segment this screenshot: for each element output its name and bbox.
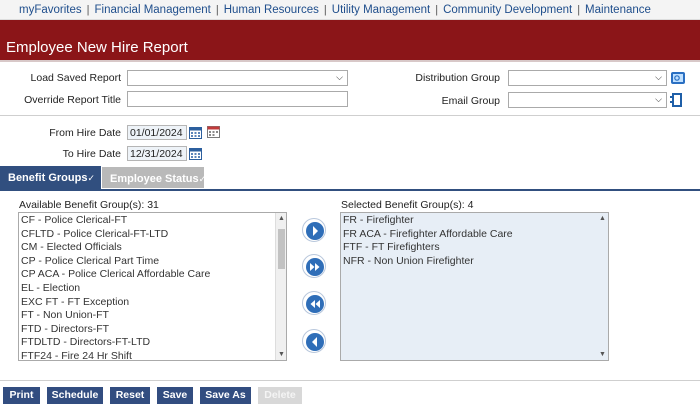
nav-separator: | — [86, 3, 90, 16]
email-group-select[interactable]: ⌵ — [508, 92, 667, 108]
from-hire-date-input[interactable]: 01/01/2024 — [127, 125, 187, 140]
schedule-button[interactable]: Schedule — [47, 387, 103, 404]
tab-benefit-groups-label: Benefit Groups — [8, 172, 88, 184]
title-bar: Employee New Hire Report — [0, 20, 700, 62]
chevron-down-icon: ⌵ — [336, 72, 343, 82]
page-title: Employee New Hire Report — [6, 39, 188, 56]
list-item[interactable]: CM - Elected Officials — [19, 241, 286, 255]
load-saved-report-select[interactable]: ⌵ — [127, 70, 348, 86]
save-button[interactable]: Save — [157, 387, 193, 404]
list-item[interactable]: FTDLTD - Directors-FT-LTD — [19, 336, 286, 350]
nav-separator: | — [323, 3, 327, 16]
override-report-title-label: Override Report Title — [24, 94, 121, 106]
list-item[interactable]: FR ACA - Firefighter Affordable Care — [341, 228, 608, 242]
selected-benefit-groups-list[interactable]: FR - Firefighter FR ACA - Firefighter Af… — [340, 212, 609, 361]
list-item[interactable]: FTF24 - Fire 24 Hr Shift — [19, 350, 286, 360]
distribution-group-select[interactable]: ⌵ — [508, 70, 667, 86]
list-item[interactable]: FTD - Directors-FT — [19, 323, 286, 337]
tab-benefit-groups[interactable]: Benefit Groups✓ — [0, 166, 101, 189]
calendar-icon[interactable] — [189, 126, 202, 139]
scrollbar-thumb[interactable] — [278, 229, 285, 269]
available-benefit-groups-list[interactable]: CF - Police Clerical-FT CFLTD - Police C… — [18, 212, 287, 361]
nav-separator: | — [577, 3, 581, 16]
list-item[interactable]: EXC FT - FT Exception — [19, 296, 286, 310]
chevron-down-icon: ⌵ — [655, 94, 662, 104]
chevron-down-icon: ⌵ — [655, 72, 662, 82]
footer-divider — [0, 380, 700, 381]
move-left-button[interactable] — [302, 329, 326, 353]
delete-button: Delete — [258, 387, 302, 404]
check-icon: ✓ — [87, 173, 95, 183]
nav-financial-management[interactable]: Financial Management — [94, 4, 210, 16]
nav-utility-management[interactable]: Utility Management — [332, 4, 430, 16]
check-icon: ✓ — [198, 174, 207, 184]
list-item[interactable]: CF - Police Clerical-FT — [19, 214, 286, 228]
override-report-title-input[interactable] — [127, 91, 348, 107]
save-as-button[interactable]: Save As — [200, 387, 251, 404]
calendar-icon[interactable] — [189, 147, 202, 160]
available-benefit-groups-label: Available Benefit Group(s): 31 — [19, 199, 159, 211]
print-button[interactable]: Print — [3, 387, 40, 404]
available-list-scrollbar[interactable]: ▲ ▼ — [275, 213, 286, 360]
distribution-group-lookup-icon[interactable] — [670, 70, 686, 86]
nav-myfavorites[interactable]: myFavorites — [19, 4, 82, 16]
to-hire-date-label: To Hire Date — [62, 148, 121, 160]
top-nav: myFavorites | Financial Management | Hum… — [0, 0, 700, 20]
scroll-down-icon[interactable]: ▼ — [599, 351, 606, 358]
move-right-button[interactable] — [302, 218, 326, 242]
move-all-left-button[interactable] — [302, 291, 326, 315]
scroll-up-icon[interactable]: ▲ — [278, 215, 285, 222]
distribution-group-label: Distribution Group — [415, 72, 500, 84]
load-saved-report-label: Load Saved Report — [30, 72, 121, 84]
nav-separator: | — [215, 3, 219, 16]
list-item[interactable]: FTF - FT Firefighters — [341, 241, 608, 255]
nav-human-resources[interactable]: Human Resources — [224, 4, 319, 16]
selected-list-scrollbar[interactable]: ▲ ▼ — [597, 213, 608, 360]
list-item[interactable]: NFR - Non Union Firefighter — [341, 255, 608, 269]
selected-benefit-groups-label: Selected Benefit Group(s): 4 — [341, 199, 474, 211]
address-book-icon[interactable] — [670, 92, 684, 108]
list-item[interactable]: FT - Non Union-FT — [19, 309, 286, 323]
reset-button[interactable]: Reset — [110, 387, 150, 404]
from-hire-date-label: From Hire Date — [49, 127, 121, 139]
nav-community-development[interactable]: Community Development — [443, 4, 572, 16]
calendar-range-icon[interactable] — [207, 125, 220, 138]
to-hire-date-input[interactable]: 12/31/2024 — [127, 146, 187, 161]
list-item[interactable]: CFLTD - Police Clerical-FT-LTD — [19, 228, 286, 242]
list-item[interactable]: CP ACA - Police Clerical Affordable Care — [19, 268, 286, 282]
list-item[interactable]: FR - Firefighter — [341, 214, 608, 228]
nav-maintenance[interactable]: Maintenance — [585, 4, 651, 16]
list-item[interactable]: EL - Election — [19, 282, 286, 296]
list-item[interactable]: CP - Police Clerical Part Time — [19, 255, 286, 269]
nav-separator: | — [435, 3, 439, 16]
email-group-label: Email Group — [441, 95, 500, 107]
section-divider — [0, 115, 700, 116]
tab-employee-status[interactable]: Employee Status✓ — [101, 166, 207, 189]
move-all-right-button[interactable] — [302, 254, 326, 278]
scroll-down-icon[interactable]: ▼ — [278, 351, 285, 358]
tab-employee-status-label: Employee Status — [110, 173, 199, 185]
tab-underline — [0, 189, 700, 191]
scroll-up-icon[interactable]: ▲ — [599, 215, 606, 222]
